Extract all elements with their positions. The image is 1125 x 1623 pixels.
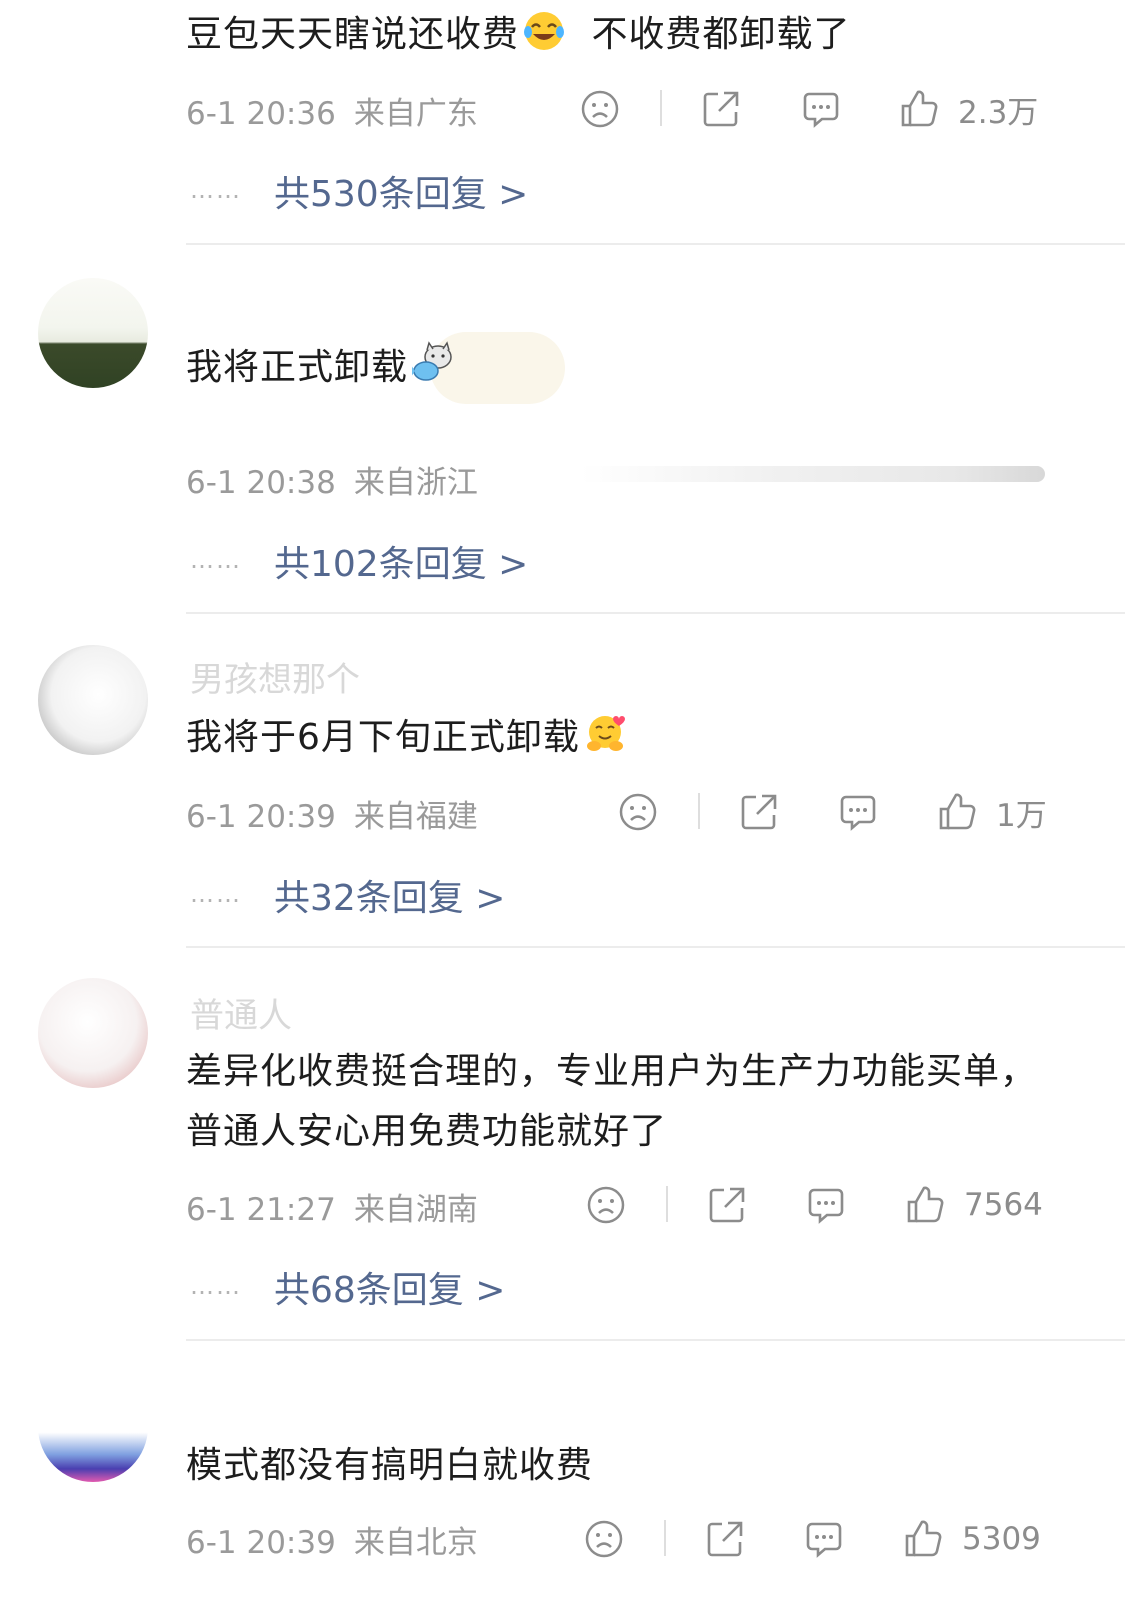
like-button[interactable]: 5309 — [902, 1514, 1041, 1564]
reply-button[interactable] — [837, 787, 879, 837]
cat-fish-sticker-icon — [411, 341, 456, 404]
sad-face-icon — [618, 792, 658, 832]
reply-count-label: 共102条回复 > — [274, 544, 529, 585]
dislike-button[interactable] — [580, 84, 620, 134]
comment-text: 我将正式卸载 — [186, 338, 456, 404]
like-button[interactable]: 7564 — [904, 1180, 1043, 1230]
reply-count-label: 共68条回复 > — [274, 1270, 506, 1311]
action-separator — [698, 793, 700, 829]
reply-count-label: 共32条回复 > — [274, 878, 506, 919]
reply-button[interactable] — [800, 84, 842, 134]
share-icon — [704, 1518, 746, 1560]
avatar[interactable] — [38, 978, 148, 1088]
dislike-button[interactable] — [586, 1180, 626, 1230]
comment-text: 豆包天天瞎说还收费 不收费都卸载了 — [186, 5, 850, 71]
share-button[interactable] — [700, 84, 742, 134]
action-separator — [664, 1520, 666, 1556]
avatar[interactable] — [38, 1372, 148, 1482]
comment-icon — [803, 1518, 845, 1560]
comment-text: 差异化收费挺合理的，专业用户为生产力功能买单，普通人安心用免费功能就好了 — [186, 1051, 1038, 1152]
share-button[interactable] — [704, 1514, 746, 1564]
view-replies-link[interactable]: …… 共32条回复 > — [190, 869, 505, 921]
comment-divider — [186, 1339, 1125, 1341]
like-button[interactable]: 1万 — [936, 787, 1047, 837]
comment-actions: 7564 — [0, 1180, 1125, 1230]
avatar[interactable] — [38, 278, 148, 388]
reply-button[interactable] — [803, 1514, 845, 1564]
reply-button[interactable] — [805, 1180, 847, 1230]
comment-time: 6-1 20:38 — [186, 465, 336, 501]
comment-text: 我将于6月下旬正式卸载 — [186, 708, 626, 774]
dislike-button[interactable] — [618, 787, 658, 837]
share-button[interactable] — [738, 787, 780, 837]
comment-divider — [186, 243, 1125, 245]
laughing-tears-emoji-icon — [523, 10, 565, 71]
share-button[interactable] — [706, 1180, 748, 1230]
comment-list: 豆包天天瞎说还收费 不收费都卸载了 6-1 20:36 来自广东 2.3万 ……… — [0, 0, 1125, 1623]
avatar[interactable] — [38, 645, 148, 755]
like-count: 7564 — [964, 1187, 1043, 1223]
comment-icon — [837, 791, 879, 833]
view-replies-link[interactable]: …… 共102条回复 > — [190, 535, 528, 587]
comment-icon — [805, 1184, 847, 1226]
username[interactable]: 普通人 — [190, 988, 292, 1037]
reply-dots: …… — [190, 880, 242, 908]
action-separator — [666, 1186, 668, 1222]
thumbs-up-icon — [904, 1184, 946, 1226]
comment-text: 模式都没有搞明白就收费 — [186, 1445, 594, 1486]
reply-dots: …… — [190, 176, 242, 204]
comment-meta: 6-1 20:38 来自浙江 — [186, 457, 478, 502]
action-separator — [660, 90, 662, 126]
thumbs-up-icon — [936, 791, 978, 833]
comment-actions: 2.3万 — [0, 84, 1125, 134]
sad-face-icon — [586, 1185, 626, 1225]
like-count: 2.3万 — [958, 94, 1039, 131]
share-icon — [700, 88, 742, 130]
reply-dots: …… — [190, 1272, 242, 1300]
sad-face-icon — [584, 1519, 624, 1559]
comment-divider — [186, 612, 1125, 614]
comment-divider — [186, 946, 1125, 948]
comment-location: 来自浙江 — [353, 465, 478, 501]
like-count: 1万 — [996, 797, 1047, 834]
like-button[interactable]: 2.3万 — [898, 84, 1038, 134]
dislike-button[interactable] — [584, 1514, 624, 1564]
thumbs-up-icon — [898, 88, 940, 130]
hugging-face-emoji-icon — [584, 713, 626, 774]
view-replies-link[interactable]: …… 共530条回复 > — [190, 165, 528, 217]
username[interactable]: 男孩想那个 — [190, 652, 360, 701]
blurred-actions — [580, 466, 1045, 482]
like-count: 5309 — [962, 1521, 1041, 1557]
sad-face-icon — [580, 89, 620, 129]
thumbs-up-icon — [902, 1518, 944, 1560]
comment-actions: 5309 — [0, 1514, 1125, 1564]
comment-icon — [800, 88, 842, 130]
reply-dots: …… — [190, 546, 242, 574]
reply-count-label: 共530条回复 > — [274, 174, 529, 215]
share-icon — [706, 1184, 748, 1226]
comment-actions: 1万 — [0, 787, 1125, 837]
share-icon — [738, 791, 780, 833]
view-replies-link[interactable]: …… 共68条回复 > — [190, 1261, 505, 1313]
